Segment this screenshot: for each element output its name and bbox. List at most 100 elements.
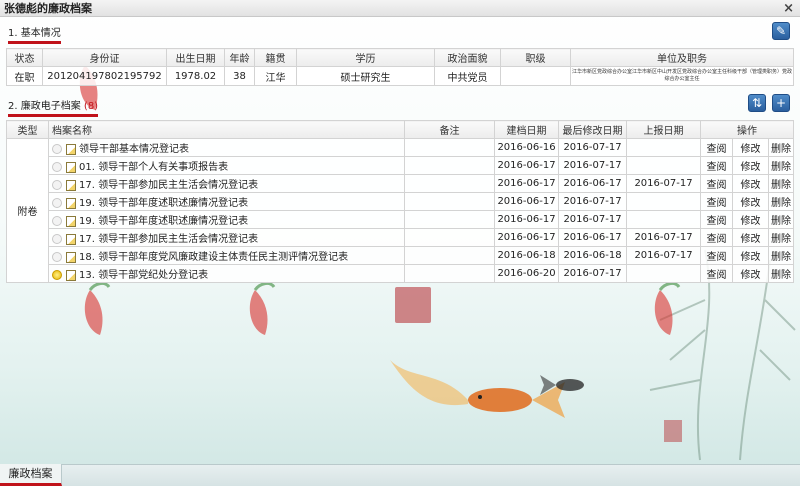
delete-link[interactable]: 删除 bbox=[768, 210, 794, 229]
delete-link[interactable]: 删除 bbox=[768, 192, 794, 211]
table-row[interactable]: 13. 领导干部党纪处分登记表 2016-06-20 2016-07-17 查阅 修改删… bbox=[7, 264, 794, 283]
table-row[interactable]: 17. 领导干部参加民主生活会情况登记表 2016-06-17 2016-06-17… bbox=[7, 228, 794, 247]
view-link[interactable]: 查阅 bbox=[700, 174, 733, 193]
edit-link[interactable]: 修改 bbox=[732, 264, 769, 283]
edit-icon[interactable]: ✎ bbox=[772, 22, 790, 40]
created-date: 2016-06-16 bbox=[494, 138, 559, 157]
file-name-cell[interactable]: 19. 领导干部年度述职述廉情况登记表 bbox=[48, 210, 405, 229]
table-row[interactable]: 18. 领导干部年度党风廉政建设主体责任民主测评情况登记表 2016-06-18 2… bbox=[7, 246, 794, 265]
radio-icon[interactable] bbox=[52, 180, 62, 190]
reported-date: 2016-07-17 bbox=[626, 174, 701, 193]
view-link[interactable]: 查阅 bbox=[700, 192, 733, 211]
col-remark: 备注 bbox=[404, 120, 495, 139]
political-status-value: 中共党员 bbox=[434, 66, 501, 86]
radio-icon[interactable] bbox=[52, 252, 62, 262]
view-link[interactable]: 查阅 bbox=[700, 264, 733, 283]
radio-icon[interactable] bbox=[52, 270, 62, 280]
table-row[interactable]: 19. 领导干部年度述职述廉情况登记表 2016-06-17 2016-07-17 查… bbox=[7, 192, 794, 211]
seal-stamp-small bbox=[664, 420, 682, 442]
view-link[interactable]: 查阅 bbox=[700, 210, 733, 229]
file-name-cell[interactable]: 18. 领导干部年度党风廉政建设主体责任民主测评情况登记表 bbox=[48, 246, 405, 265]
document-icon bbox=[66, 143, 76, 155]
reported-date bbox=[626, 156, 701, 175]
seal-stamp bbox=[395, 287, 431, 323]
modified-date: 2016-07-17 bbox=[558, 138, 627, 157]
view-link[interactable]: 查阅 bbox=[700, 156, 733, 175]
delete-link[interactable]: 删除 bbox=[768, 228, 794, 247]
col-created: 建档日期 bbox=[494, 120, 559, 139]
radio-icon[interactable] bbox=[52, 234, 62, 244]
basic-info-table: 状态 身份证 出生日期 年龄 籍贯 学历 政治面貌 职级 单位及职务 在职 20… bbox=[6, 48, 794, 86]
table-row[interactable]: 附卷 领导干部基本情况登记表 2016-06-16 2016-07-17 查阅 修改 删除 bbox=[6, 138, 794, 283]
radio-icon[interactable] bbox=[52, 144, 62, 154]
edit-link[interactable]: 修改 bbox=[732, 174, 769, 193]
remark-cell bbox=[404, 156, 495, 175]
education-value: 硕士研究生 bbox=[296, 66, 435, 86]
edit-link[interactable]: 修改 bbox=[732, 192, 769, 211]
basic-info-title: 1. 基本情况 bbox=[8, 24, 61, 44]
reported-date bbox=[626, 264, 701, 283]
edit-link[interactable]: 修改 bbox=[732, 246, 769, 265]
edit-link[interactable]: 修改 bbox=[732, 228, 769, 247]
native-place-value: 江华 bbox=[254, 66, 297, 86]
document-icon bbox=[66, 233, 76, 245]
delete-link[interactable]: 删除 bbox=[768, 174, 794, 193]
radio-icon[interactable] bbox=[52, 162, 62, 172]
table-row[interactable]: 19. 领导干部年度述职述廉情况登记表 2016-06-17 2016-07-17 查… bbox=[7, 210, 794, 229]
file-name-cell[interactable]: 19. 领导干部年度述职述廉情况登记表 bbox=[48, 192, 405, 211]
remark-cell bbox=[404, 228, 495, 247]
col-id-card: 身份证 bbox=[42, 48, 167, 67]
delete-link[interactable]: 删除 bbox=[768, 156, 794, 175]
bottom-tab-bar: 廉政档案 bbox=[0, 464, 800, 486]
view-link[interactable]: 查阅 bbox=[700, 138, 733, 157]
created-date: 2016-06-17 bbox=[494, 156, 559, 175]
view-link[interactable]: 查阅 bbox=[700, 246, 733, 265]
basic-info-header: 1. 基本情况 ✎ bbox=[0, 20, 800, 44]
remark-cell bbox=[404, 210, 495, 229]
edit-link[interactable]: 修改 bbox=[732, 156, 769, 175]
col-age: 年龄 bbox=[224, 48, 255, 67]
remark-cell bbox=[404, 264, 495, 283]
file-name-cell[interactable]: 01. 领导干部个人有关事项报告表 bbox=[48, 156, 405, 175]
table-row[interactable]: 17. 领导干部参加民主生活会情况登记表 2016-06-17 2016-06-17… bbox=[7, 174, 794, 193]
document-icon bbox=[66, 161, 76, 173]
table-row[interactable]: 01. 领导干部个人有关事项报告表 2016-06-17 2016-07-17 查阅修… bbox=[7, 156, 794, 175]
reported-date: 2016-07-17 bbox=[626, 246, 701, 265]
view-link[interactable]: 查阅 bbox=[700, 228, 733, 247]
radio-icon[interactable] bbox=[52, 216, 62, 226]
col-education: 学历 bbox=[296, 48, 435, 67]
document-icon bbox=[66, 251, 76, 263]
document-icon bbox=[66, 269, 76, 281]
black-fish-decoration bbox=[540, 375, 584, 395]
file-name-cell[interactable]: 17. 领导干部参加民主生活会情况登记表 bbox=[48, 174, 405, 193]
file-name-cell[interactable]: 领导干部基本情况登记表 bbox=[48, 138, 405, 157]
file-name-cell[interactable]: 13. 领导干部党纪处分登记表 bbox=[48, 264, 405, 283]
modified-date: 2016-07-17 bbox=[558, 210, 627, 229]
archive-header-row: 类型 档案名称 备注 建档日期 最后修改日期 上报日期 操作 bbox=[6, 120, 794, 139]
archive-table: 类型 档案名称 备注 建档日期 最后修改日期 上报日期 操作 附卷 领导干部基本情… bbox=[6, 120, 794, 283]
close-icon[interactable]: × bbox=[783, 0, 794, 17]
file-name-cell[interactable]: 17. 领导干部参加民主生活会情况登记表 bbox=[48, 228, 405, 247]
tab-integrity-archive[interactable]: 廉政档案 bbox=[0, 464, 62, 486]
goldfish-decoration bbox=[390, 360, 565, 418]
delete-link[interactable]: 删除 bbox=[768, 138, 794, 157]
radio-icon[interactable] bbox=[52, 198, 62, 208]
col-status: 状态 bbox=[6, 48, 43, 67]
archive-header: 2. 廉政电子档案 (8) ⇅ + bbox=[0, 93, 800, 117]
remark-cell bbox=[404, 174, 495, 193]
file-name: 18. 领导干部年度党风廉政建设主体责任民主测评情况登记表 bbox=[79, 252, 349, 263]
delete-link[interactable]: 删除 bbox=[768, 264, 794, 283]
rank-value bbox=[500, 66, 571, 86]
window-title: 张德彪的廉政档案 bbox=[4, 2, 92, 15]
edit-link[interactable]: 修改 bbox=[732, 138, 769, 157]
reported-date bbox=[626, 192, 701, 211]
remark-cell bbox=[404, 192, 495, 211]
age-value: 38 bbox=[224, 66, 255, 86]
reported-date bbox=[626, 210, 701, 229]
delete-link[interactable]: 删除 bbox=[768, 246, 794, 265]
add-icon[interactable]: + bbox=[772, 94, 790, 112]
col-modified: 最后修改日期 bbox=[558, 120, 627, 139]
sort-icon[interactable]: ⇅ bbox=[748, 94, 766, 112]
status-value: 在职 bbox=[6, 66, 43, 86]
edit-link[interactable]: 修改 bbox=[732, 210, 769, 229]
